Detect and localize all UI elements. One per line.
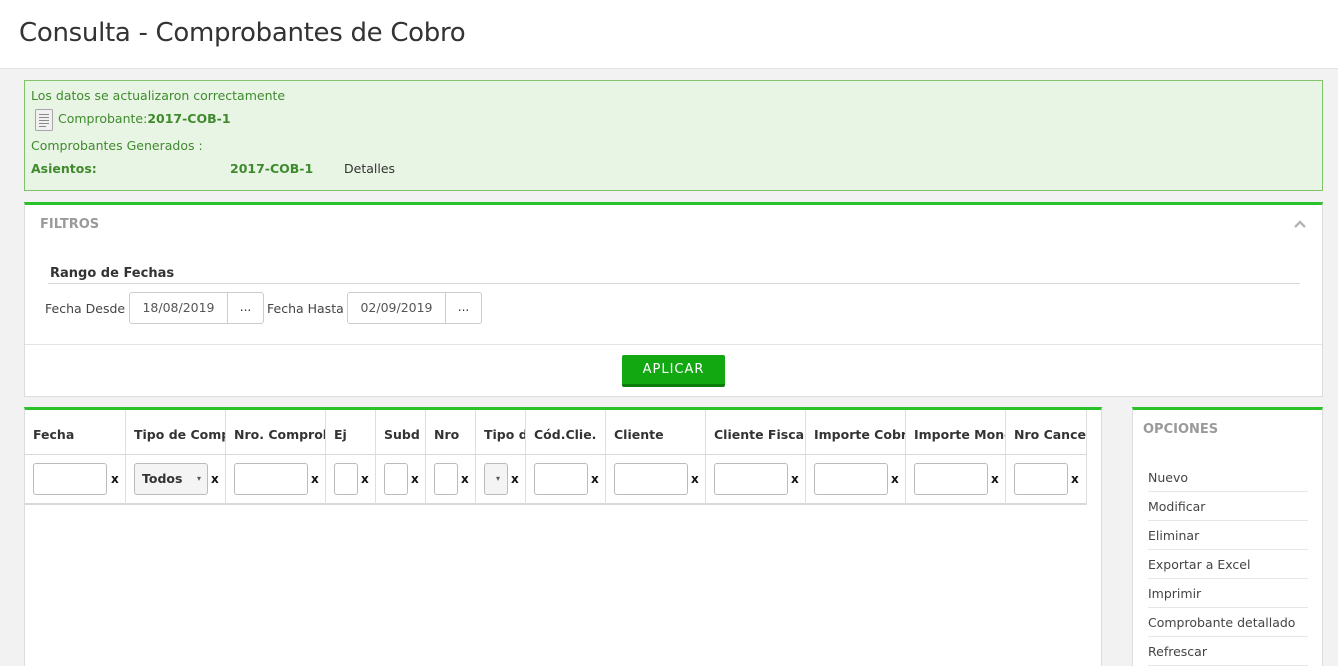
column-header-importe-cobrado[interactable]: Importe Cobra bbox=[806, 410, 906, 455]
comprobante-value[interactable]: 2017-COB-1 bbox=[147, 111, 230, 126]
opcion-refrescar[interactable]: Refrescar bbox=[1148, 637, 1308, 666]
asientos-label: Asientos: bbox=[31, 161, 97, 176]
opciones-list: Nuevo Modificar Eliminar Exportar a Exce… bbox=[1148, 463, 1308, 666]
filter-cell-cliente-fiscal: x bbox=[706, 455, 806, 505]
comprobante-line: Comprobante:2017-COB-1 bbox=[58, 111, 231, 126]
filter-select-tipo-comp[interactable]: Todos ▾ bbox=[134, 463, 208, 495]
column-header-importe-moneda[interactable]: Importe Mone bbox=[906, 410, 1006, 455]
opcion-eliminar[interactable]: Eliminar bbox=[1148, 521, 1308, 550]
detalles-link[interactable]: Detalles bbox=[344, 161, 395, 176]
document-icon[interactable] bbox=[35, 109, 53, 131]
divider bbox=[25, 344, 1322, 345]
filter-input-cliente[interactable] bbox=[614, 463, 688, 495]
filter-input-cod-clie[interactable] bbox=[534, 463, 588, 495]
fecha-desde-input[interactable]: 18/08/2019 bbox=[129, 292, 228, 324]
page-title: Consulta - Comprobantes de Cobro bbox=[19, 18, 466, 48]
filtros-title: FILTROS bbox=[40, 217, 100, 232]
clear-filter-importe-moneda[interactable]: x bbox=[991, 472, 999, 486]
column-header-tipo-d[interactable]: Tipo d bbox=[476, 410, 526, 455]
clear-filter-importe-cobrado[interactable]: x bbox=[891, 472, 899, 486]
clear-filter-cliente[interactable]: x bbox=[691, 472, 699, 486]
filter-cell-importe-moneda: x bbox=[906, 455, 1006, 505]
opciones-title: OPCIONES bbox=[1143, 422, 1219, 437]
filter-input-nro-cancel[interactable] bbox=[1014, 463, 1068, 495]
comprobante-label: Comprobante: bbox=[58, 111, 148, 126]
clear-filter-ej[interactable]: x bbox=[361, 472, 369, 486]
clear-filter-nro-comprob[interactable]: x bbox=[311, 472, 319, 486]
chevron-down-icon: ▾ bbox=[495, 474, 500, 483]
column-header-nro-comprob[interactable]: Nro. Comprob bbox=[226, 410, 326, 455]
clear-filter-subd[interactable]: x bbox=[411, 472, 419, 486]
filter-cell-tipo-d: ▾ x bbox=[476, 455, 526, 505]
clear-filter-cod-clie[interactable]: x bbox=[591, 472, 599, 486]
filter-cell-cod-clie: x bbox=[526, 455, 606, 505]
column-header-nro-cancel[interactable]: Nro Cancel bbox=[1006, 410, 1087, 455]
opcion-nuevo[interactable]: Nuevo bbox=[1148, 463, 1308, 492]
filter-input-importe-moneda[interactable] bbox=[914, 463, 988, 495]
filter-cell-cliente: x bbox=[606, 455, 706, 505]
clear-filter-cliente-fiscal[interactable]: x bbox=[791, 472, 799, 486]
generados-label: Comprobantes Generados : bbox=[31, 138, 203, 153]
filtros-panel: FILTROS Rango de Fechas Fecha Desde 18/0… bbox=[24, 202, 1323, 397]
filter-input-subd[interactable] bbox=[384, 463, 408, 495]
opcion-modificar[interactable]: Modificar bbox=[1148, 492, 1308, 521]
filter-input-cliente-fiscal[interactable] bbox=[714, 463, 788, 495]
clear-filter-fecha[interactable]: x bbox=[111, 472, 119, 486]
filter-cell-nro: x bbox=[426, 455, 476, 505]
chevron-up-icon[interactable] bbox=[1293, 217, 1307, 231]
grid-filter-row: x Todos ▾ x x x x x ▾ x x x x x x x bbox=[25, 455, 1087, 505]
fecha-hasta-label: Fecha Hasta bbox=[267, 301, 344, 316]
opcion-comprobante-detallado[interactable]: Comprobante detallado bbox=[1148, 608, 1308, 637]
grid-header-row: Fecha Tipo de Comp Nro. Comprob Ej Subd … bbox=[25, 410, 1087, 455]
grid-panel: Fecha Tipo de Comp Nro. Comprob Ej Subd … bbox=[24, 407, 1102, 666]
opcion-exportar-excel[interactable]: Exportar a Excel bbox=[1148, 550, 1308, 579]
clear-filter-tipo-d[interactable]: x bbox=[511, 472, 519, 486]
aplicar-button[interactable]: APLICAR bbox=[622, 355, 725, 387]
filter-input-nro-comprob[interactable] bbox=[234, 463, 308, 495]
filter-cell-fecha: x bbox=[25, 455, 126, 505]
filter-cell-subd: x bbox=[376, 455, 426, 505]
filter-input-fecha[interactable] bbox=[33, 463, 107, 495]
filter-input-ej[interactable] bbox=[334, 463, 358, 495]
filter-cell-importe-cobrado: x bbox=[806, 455, 906, 505]
divider bbox=[48, 283, 1300, 284]
top-bar: Consulta - Comprobantes de Cobro bbox=[0, 0, 1338, 69]
column-header-subd[interactable]: Subd bbox=[376, 410, 426, 455]
rango-title: Rango de Fechas bbox=[50, 266, 175, 281]
asientos-value[interactable]: 2017-COB-1 bbox=[230, 161, 313, 176]
column-header-tipo-comp[interactable]: Tipo de Comp bbox=[126, 410, 226, 455]
filter-input-nro[interactable] bbox=[434, 463, 458, 495]
filter-cell-nro-cancel: x bbox=[1006, 455, 1087, 505]
column-header-cliente[interactable]: Cliente bbox=[606, 410, 706, 455]
filter-cell-nro-comprob: x bbox=[226, 455, 326, 505]
filter-select-tipo-d[interactable]: ▾ bbox=[484, 463, 508, 495]
clear-filter-nro-cancel[interactable]: x bbox=[1071, 472, 1079, 486]
fecha-hasta-input[interactable]: 02/09/2019 bbox=[347, 292, 446, 324]
column-header-cliente-fiscal[interactable]: Cliente Fiscal bbox=[706, 410, 806, 455]
filter-cell-tipo-comp: Todos ▾ x bbox=[126, 455, 226, 505]
fecha-desde-label: Fecha Desde bbox=[45, 301, 126, 316]
filter-input-importe-cobrado[interactable] bbox=[814, 463, 888, 495]
fecha-desde-picker-button[interactable]: ... bbox=[227, 292, 264, 324]
clear-filter-nro[interactable]: x bbox=[461, 472, 469, 486]
clear-filter-tipo-comp[interactable]: x bbox=[211, 472, 219, 486]
column-header-cod-clie[interactable]: Cód.Clie. bbox=[526, 410, 606, 455]
column-header-ej[interactable]: Ej bbox=[326, 410, 376, 455]
opciones-panel: OPCIONES Nuevo Modificar Eliminar Export… bbox=[1132, 407, 1323, 666]
opcion-imprimir[interactable]: Imprimir bbox=[1148, 579, 1308, 608]
column-header-nro[interactable]: Nro bbox=[426, 410, 476, 455]
success-alert: Los datos se actualizaron correctamente … bbox=[24, 80, 1323, 191]
fecha-hasta-picker-button[interactable]: ... bbox=[445, 292, 482, 324]
select-value: Todos bbox=[142, 471, 183, 486]
column-header-fecha[interactable]: Fecha bbox=[25, 410, 126, 455]
alert-message: Los datos se actualizaron correctamente bbox=[31, 88, 286, 103]
chevron-down-icon: ▾ bbox=[196, 474, 201, 483]
filter-cell-ej: x bbox=[326, 455, 376, 505]
